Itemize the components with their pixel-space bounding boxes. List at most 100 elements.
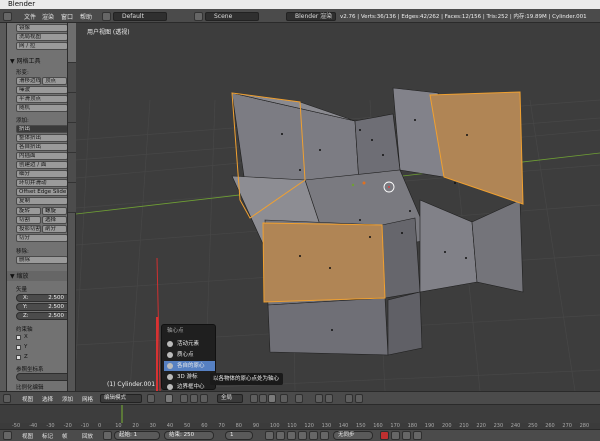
extrude-button[interactable]: 挤出: [16, 125, 67, 133]
menu-file[interactable]: 文件: [24, 12, 36, 21]
scale-y-field[interactable]: Y: 2.500: [16, 303, 67, 311]
occlude-geometry-icon[interactable]: [280, 394, 288, 403]
tab-physics[interactable]: [68, 153, 76, 183]
pivot-menu-header: 轴心点: [167, 328, 184, 334]
vertex-slide-button[interactable]: 顶点: [42, 77, 67, 85]
knife-button[interactable]: 切割: [16, 216, 41, 224]
menu-frame[interactable]: 帧: [62, 432, 68, 440]
menu-view[interactable]: 视图: [22, 395, 33, 403]
vertex-select-icon[interactable]: [250, 394, 258, 403]
layout-field[interactable]: Default: [113, 12, 167, 21]
viewport-shading-icon[interactable]: [147, 394, 155, 403]
proportional-edit-icon[interactable]: [295, 394, 303, 403]
face-select-icon[interactable]: [268, 394, 276, 403]
tab-create[interactable]: [68, 63, 76, 93]
menu-render[interactable]: 渲染: [42, 12, 54, 21]
auto-keying-icon[interactable]: [380, 431, 389, 440]
pivot-3d-cursor-item[interactable]: 3D 游标: [164, 372, 215, 382]
tab-relations[interactable]: [68, 93, 76, 123]
tab-tools[interactable]: [68, 23, 76, 63]
extrude-individual-button[interactable]: 各自挤出: [16, 143, 67, 151]
jump-end-icon[interactable]: [320, 431, 329, 440]
start-frame-field[interactable]: 起始: 1: [114, 431, 160, 440]
manipulator-icon[interactable]: [180, 394, 188, 403]
record-icon[interactable]: [103, 431, 112, 440]
individual-origins-icon: [167, 363, 173, 369]
loop-cut-slide-button[interactable]: 环切并滑动: [16, 179, 67, 187]
keying-set-icon[interactable]: [391, 431, 400, 440]
mesh-tools-header[interactable]: ▼ 网格工具: [10, 56, 41, 65]
delete-keyframe-icon[interactable]: [413, 431, 422, 440]
menu-window[interactable]: 窗口: [61, 12, 73, 21]
menu-timeline-view[interactable]: 视图: [22, 432, 33, 440]
make-edge-face-button[interactable]: 创建边 / 面: [16, 161, 67, 169]
editor-type-icon-timeline[interactable]: [3, 431, 12, 440]
play-reverse-icon[interactable]: [287, 431, 296, 440]
menu-marker[interactable]: 标记: [42, 432, 53, 440]
snap-element-icon[interactable]: [325, 394, 333, 403]
3d-viewport[interactable]: [76, 23, 600, 391]
knife-project-button[interactable]: 投影切割: [16, 225, 41, 233]
mode-select[interactable]: 编辑模式: [100, 394, 142, 403]
randomize-button[interactable]: 随机: [16, 104, 67, 112]
snap-icon[interactable]: [315, 394, 323, 403]
slide-edge-button[interactable]: 滑移边线: [16, 77, 41, 85]
end-frame-field[interactable]: 结束: 250: [164, 431, 214, 440]
current-frame-field[interactable]: 1: [225, 431, 253, 440]
sync-mode-select[interactable]: 无同步: [333, 431, 373, 440]
bisect-button[interactable]: 切分: [16, 234, 67, 242]
render-animation-icon[interactable]: [355, 394, 363, 403]
next-keyframe-icon[interactable]: [309, 431, 318, 440]
inset-faces-button[interactable]: 内插面: [16, 152, 67, 160]
edge-select-icon[interactable]: [259, 394, 267, 403]
orientation-select[interactable]: [16, 373, 67, 381]
screw-button[interactable]: 螺旋: [42, 207, 67, 215]
render-engine-select[interactable]: Blender 渲染: [286, 12, 336, 21]
constraint-y-checkbox[interactable]: [16, 345, 21, 350]
scene-field[interactable]: Scene: [205, 12, 259, 21]
knife-select-button[interactable]: 选择: [42, 216, 67, 224]
render-icon[interactable]: [345, 394, 353, 403]
scale-x-field[interactable]: X: 2.500: [16, 294, 67, 302]
transform-orientation-select[interactable]: 全局: [217, 394, 243, 403]
play-icon[interactable]: [298, 431, 307, 440]
tab-animation[interactable]: [68, 123, 76, 153]
pivot-active-element-item[interactable]: 活动元素: [164, 339, 215, 349]
menu-help[interactable]: 帮助: [80, 12, 92, 21]
constraint-x-checkbox[interactable]: [16, 335, 21, 340]
scale-operator-header[interactable]: ▼ 缩放: [7, 271, 67, 281]
extrude-region-button[interactable]: 整体挤出: [16, 134, 67, 142]
delete-button[interactable]: 删除: [16, 256, 67, 264]
scene-icon[interactable]: [194, 12, 203, 21]
tab-grease-pencil[interactable]: [68, 183, 76, 213]
noise-button[interactable]: 噪波: [16, 86, 67, 94]
scale-z-field[interactable]: Z: 2.500: [16, 312, 67, 320]
pivot-point-icon[interactable]: [165, 394, 173, 403]
pivot-bounding-box-label: 边界框中心: [177, 384, 205, 390]
menu-add[interactable]: 添加: [62, 395, 73, 403]
menu-mesh[interactable]: 网格: [82, 395, 93, 403]
pivot-median-point-item[interactable]: 质心点: [164, 350, 215, 360]
editor-type-icon-3d[interactable]: [3, 394, 11, 403]
menu-select[interactable]: 选择: [42, 395, 53, 403]
insert-keyframe-icon[interactable]: [402, 431, 411, 440]
translate-icon[interactable]: [190, 394, 198, 403]
grid-button[interactable]: 网 / 拉: [16, 42, 67, 50]
menu-playback[interactable]: 回放: [82, 432, 93, 440]
split-button[interactable]: 剖分: [42, 225, 67, 233]
view-button[interactable]: 洗局视图: [16, 33, 67, 41]
smooth-vertex-button[interactable]: 平滑顶点: [16, 95, 67, 103]
pivot-individual-origins-item[interactable]: 各自的原心: [164, 361, 215, 371]
timeline[interactable]: [0, 404, 600, 426]
constraint-z-checkbox[interactable]: [16, 355, 21, 360]
subdivide-button[interactable]: 细分: [16, 170, 67, 178]
spin-button[interactable]: 旋转: [16, 207, 41, 215]
offset-edge-slide-button[interactable]: Offset Edge Slide: [16, 188, 67, 196]
mirror-button[interactable]: 镜像: [16, 24, 67, 32]
editor-type-icon[interactable]: [3, 12, 12, 21]
rotate-icon[interactable]: [200, 394, 208, 403]
layout-icon[interactable]: [102, 12, 111, 21]
jump-start-icon[interactable]: [265, 431, 274, 440]
prev-keyframe-icon[interactable]: [276, 431, 285, 440]
duplicate-button[interactable]: 复制: [16, 197, 67, 205]
